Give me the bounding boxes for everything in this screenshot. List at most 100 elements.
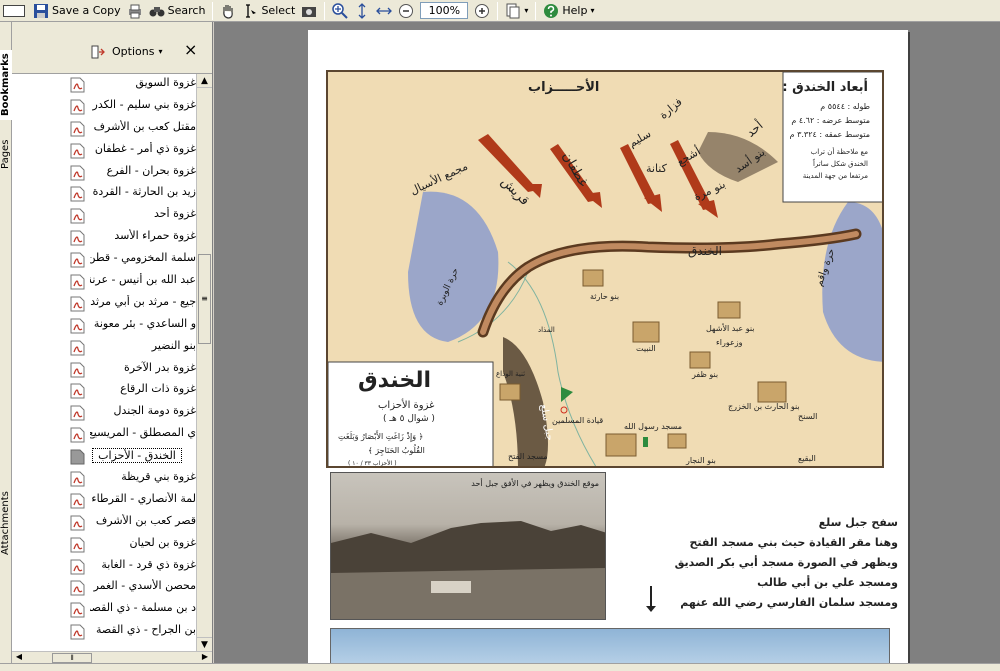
dims-line: طوله : ٥٥٤٤ م bbox=[820, 102, 870, 111]
map-label-place: مسجد الفتح bbox=[508, 452, 548, 461]
chevron-down-icon: ▾ bbox=[158, 47, 163, 56]
bookmark-item[interactable]: غزوة بن لحيان bbox=[12, 534, 196, 556]
bookmark-options-icon bbox=[91, 45, 105, 59]
page-layout-button[interactable]: ▾ bbox=[502, 1, 531, 21]
printer-icon bbox=[128, 4, 141, 18]
bookmark-item[interactable]: غزوة السويق bbox=[12, 74, 196, 96]
layout-toggle-button[interactable] bbox=[0, 1, 30, 21]
pdf-bookmark-icon bbox=[70, 383, 85, 399]
bookmark-item[interactable]: مقتل كعب بن الأشرف bbox=[12, 118, 196, 140]
bookmark-label: ي المصطلق - المريسيع bbox=[90, 426, 196, 440]
bookmark-item[interactable]: بنو النضير bbox=[12, 337, 196, 359]
bookmark-item[interactable]: غزوة ذات الرقاع bbox=[12, 380, 196, 402]
snapshot-button[interactable] bbox=[298, 1, 320, 21]
tab-pages[interactable]: Pages bbox=[0, 134, 12, 174]
minus-circle-icon bbox=[399, 3, 414, 18]
page-layout-icon bbox=[506, 3, 520, 18]
map-label-place: السنح bbox=[798, 412, 818, 421]
pdf-bookmark-icon bbox=[70, 99, 85, 115]
search-button[interactable]: Search bbox=[146, 1, 209, 21]
document-viewer[interactable]: أبعاد الخندق : طوله : ٥٥٤٤ م متوسط عرضه … bbox=[214, 22, 1000, 663]
save-copy-button[interactable]: Save a Copy bbox=[30, 1, 124, 21]
bookmark-item[interactable]: ي المصطلق - المريسيع bbox=[12, 424, 196, 446]
bookmark-item[interactable]: جيع - مرثد بن أبي مرثد bbox=[12, 293, 196, 315]
bookmark-item[interactable]: لمة الأنصاري - القرطاء bbox=[12, 490, 196, 512]
options-label: Options bbox=[112, 45, 155, 58]
tab-bookmarks[interactable]: Bookmarks bbox=[0, 50, 12, 120]
bookmark-item[interactable]: غزوة بني سليم - الكدر bbox=[12, 96, 196, 118]
options-menu-button[interactable]: Options ▾ bbox=[112, 45, 162, 58]
close-panel-button[interactable]: × bbox=[184, 40, 197, 59]
bookmark-item[interactable]: غزوة حمراء الأسد bbox=[12, 227, 196, 249]
map-label-place: المذاد bbox=[538, 326, 555, 334]
close-icon: × bbox=[184, 40, 198, 59]
map-label-place: البقيع bbox=[798, 454, 816, 463]
help-button[interactable]: Help ▾ bbox=[540, 1, 597, 21]
bookmark-vertical-scrollbar[interactable]: ▲ ≡ ▼ bbox=[196, 74, 212, 651]
pdf-bookmark-icon bbox=[70, 296, 85, 312]
bookmark-item[interactable]: زيد بن الحارثة - القردة bbox=[12, 183, 196, 205]
gray-bookmark-icon bbox=[70, 449, 85, 465]
bookmark-item[interactable]: سلمة المخزومي - قطن bbox=[12, 249, 196, 271]
bookmark-item[interactable]: بن الجراح - ذي القصة bbox=[12, 621, 196, 643]
hscroll-thumb[interactable]: ⦀ bbox=[52, 653, 92, 663]
pdf-bookmark-icon bbox=[70, 230, 85, 246]
bookmark-list: غزوة السويق غزوة بني سليم - الكدر مقتل كعب… bbox=[12, 74, 196, 651]
legend-verse: ﴿ وَإِذْ زَاغَتِ الأَبْصَارُ وَبَلَغَتِ bbox=[338, 432, 424, 441]
bookmark-item[interactable]: عبد الله بن أنيس - عرنة bbox=[12, 271, 196, 293]
bookmark-label: د بن مسلمة - ذي القصة bbox=[90, 601, 196, 615]
pdf-bookmark-icon bbox=[70, 602, 85, 618]
bookmark-label: غزوة ذي قرد - الغابة bbox=[101, 557, 196, 571]
dims-note: مع ملاحظة أن تراب bbox=[810, 148, 868, 156]
zoom-value[interactable]: 100% bbox=[420, 2, 469, 19]
zoom-out-button[interactable] bbox=[395, 1, 417, 21]
trench-photo: موقع الخندق ويظهر في الأفق جبل أحد bbox=[330, 472, 606, 620]
scroll-down-arrow[interactable]: ▼ bbox=[197, 637, 212, 651]
map-label-place: ثنية الوداع bbox=[496, 370, 526, 378]
pdf-bookmark-icon bbox=[70, 362, 85, 378]
sky-photo bbox=[330, 628, 890, 663]
bookmark-item[interactable]: د بن مسلمة - ذي القصة bbox=[12, 599, 196, 621]
scroll-thumb[interactable]: ≡ bbox=[198, 254, 211, 344]
bookmark-item[interactable]: غزوة دومة الجندل bbox=[12, 402, 196, 424]
hand-icon bbox=[223, 4, 234, 19]
zoom-in-button[interactable] bbox=[471, 1, 493, 21]
scroll-right-arrow[interactable]: ▶ bbox=[198, 652, 212, 663]
bookmark-horizontal-scrollbar[interactable]: ◀ ⦀ ▶ bbox=[12, 651, 212, 663]
scroll-left-arrow[interactable]: ◀ bbox=[12, 652, 26, 663]
bookmark-label: و الساعدي - بئر معونة bbox=[93, 316, 196, 330]
bookmark-item[interactable]: غزوة بحران - الفرع bbox=[12, 162, 196, 184]
zoom-tool-button[interactable] bbox=[329, 1, 351, 21]
fit-width-button[interactable] bbox=[373, 1, 395, 21]
dims-note: مرتفعا من جهة المدينة bbox=[802, 172, 868, 180]
bookmark-label: غزوة أحد bbox=[153, 207, 196, 221]
main-toolbar: Save a Copy Search Select 100% ▾ Help ▾ bbox=[0, 0, 1000, 22]
fit-height-button[interactable] bbox=[351, 1, 373, 21]
toolbar-separator bbox=[324, 1, 326, 20]
toolbar-separator bbox=[497, 1, 499, 20]
bookmark-item[interactable]: غزوة بدر الآخرة bbox=[12, 359, 196, 381]
print-button[interactable] bbox=[124, 1, 146, 21]
scroll-up-arrow[interactable]: ▲ bbox=[197, 74, 212, 88]
hand-tool-button[interactable] bbox=[217, 1, 239, 21]
bookmark-item-selected[interactable]: الخندق - الأحزاب bbox=[12, 446, 196, 468]
bookmark-item[interactable]: غزوة ذي أمر - غطفان bbox=[12, 140, 196, 162]
tab-attachments[interactable]: Attachments bbox=[0, 488, 12, 558]
select-tool-button[interactable]: Select bbox=[239, 1, 298, 21]
pdf-page: أبعاد الخندق : طوله : ٥٥٤٤ م متوسط عرضه … bbox=[308, 30, 908, 663]
bookmark-item[interactable]: غزوة أحد bbox=[12, 205, 196, 227]
description-line: ويظهر في الصورة مسجد أبي بكر الصديق bbox=[674, 556, 898, 569]
bookmark-label: محصن الأسدي - الغمر bbox=[93, 579, 196, 593]
zoom-level-field[interactable]: 100% bbox=[417, 1, 471, 21]
bookmark-label: غزوة بحران - الفرع bbox=[106, 163, 196, 177]
map-label-place: بنو الحارث بن الخزرج bbox=[728, 402, 800, 411]
bookmark-label: غزوة دومة الجندل bbox=[113, 404, 196, 418]
chevron-down-icon: ▾ bbox=[590, 6, 595, 15]
bookmark-item[interactable]: غزوة بني قريظة bbox=[12, 468, 196, 490]
bookmark-item[interactable]: و الساعدي - بئر معونة bbox=[12, 315, 196, 337]
bookmark-item[interactable]: غزوة ذي قرد - الغابة bbox=[12, 556, 196, 578]
bookmark-item[interactable]: محصن الأسدي - الغمر bbox=[12, 577, 196, 599]
binoculars-icon bbox=[149, 6, 165, 16]
bookmark-item[interactable]: قصر كعب بن الأشرف bbox=[12, 512, 196, 534]
bookmark-label: غزوة بدر الآخرة bbox=[124, 360, 196, 374]
